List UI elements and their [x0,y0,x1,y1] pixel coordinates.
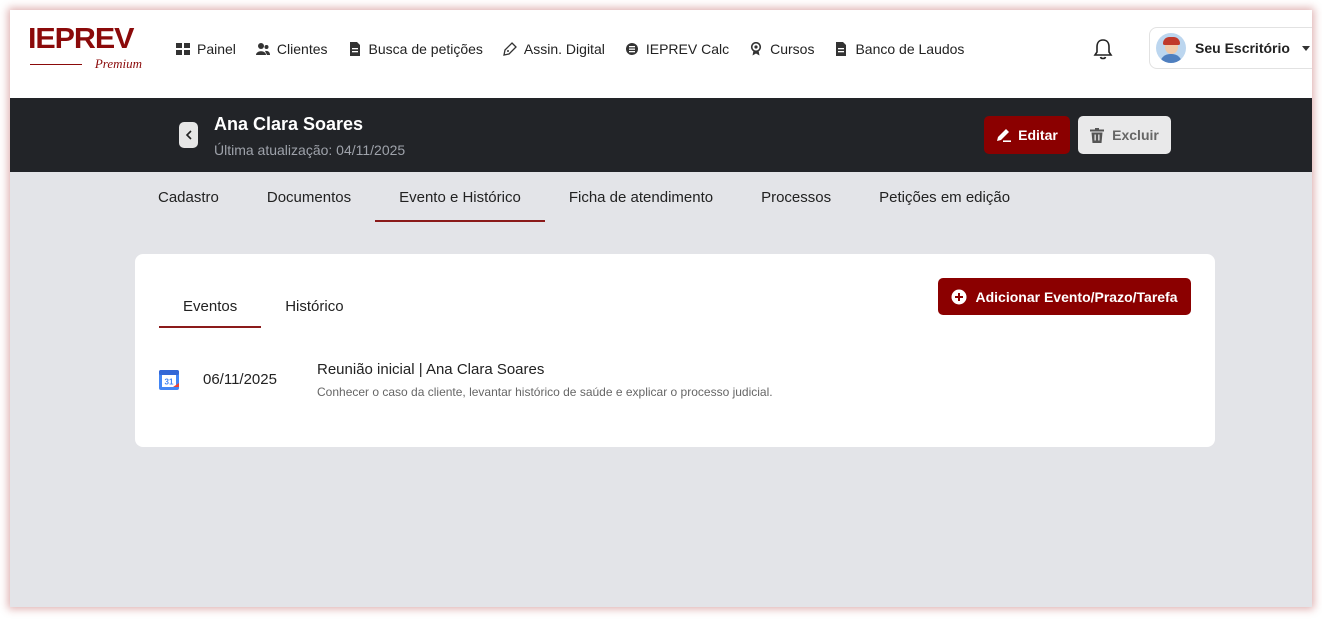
calendar-icon: 31 [159,370,179,390]
avatar [1156,33,1186,63]
nav-item-label: Busca de petições [368,41,483,57]
main-menu: Painel Clientes Busca de petições Assin.… [176,39,984,59]
back-button[interactable] [179,122,198,148]
nav-item-label: Painel [197,41,236,57]
client-header: Ana Clara Soares Última atualização: 04/… [10,98,1312,172]
events-card: Eventos Histórico Adicionar Evento/Prazo… [135,254,1215,447]
tab-ficha-atendimento[interactable]: Ficha de atendimento [545,172,737,222]
events-subtabs: Eventos Histórico [159,284,368,328]
nav-item-ieprev-calc[interactable]: IEPREV Calc [625,39,729,59]
logo-tier: Premium [94,56,142,71]
event-date: 06/11/2025 [203,371,277,388]
edit-button-label: Editar [1018,127,1058,143]
users-icon [255,43,270,55]
nav-item-painel[interactable]: Painel [176,39,236,59]
profile-name: Seu Escritório [1195,40,1290,56]
bell-icon[interactable] [1092,37,1114,61]
top-navbar: IEPREV Premium Painel Clientes Busca de … [10,10,1312,98]
logo-text: IEPREV [28,23,134,55]
profile-menu[interactable]: Seu Escritório [1149,27,1312,69]
trash-icon [1090,127,1105,143]
nav-item-label: Clientes [276,41,328,57]
delete-button-label: Excluir [1112,127,1159,143]
delete-button[interactable]: Excluir [1078,116,1171,154]
nav-item-clientes[interactable]: Clientes [255,39,328,59]
tab-documentos[interactable]: Documentos [243,172,375,222]
grid-icon [176,43,190,55]
subtab-historico[interactable]: Histórico [261,284,367,328]
add-event-button-label: Adicionar Evento/Prazo/Tarefa [975,288,1178,305]
client-name: Ana Clara Soares [214,114,364,134]
event-item[interactable]: 31 06/11/2025 Reunião inicial | Ana Clar… [159,358,1189,408]
tab-peticoes-edicao[interactable]: Petições em edição [855,172,1034,222]
tab-cadastro[interactable]: Cadastro [134,172,243,222]
logo-subtitle: Premium [28,56,146,72]
chevron-left-icon [185,130,192,140]
plus-circle-icon [951,289,967,304]
nav-item-assinatura-digital[interactable]: Assin. Digital [503,39,605,59]
coin-icon [625,43,638,55]
subtab-eventos[interactable]: Eventos [159,284,262,328]
nav-item-label: Assin. Digital [523,41,605,57]
pen-icon [503,42,517,56]
tab-evento-historico[interactable]: Evento e Histórico [375,172,545,222]
logo-rule [30,64,82,65]
pencil-icon [997,129,1012,142]
document-icon [836,42,847,56]
nav-item-banco-laudos[interactable]: Banco de Laudos [834,39,964,59]
nav-item-busca-peticoes[interactable]: Busca de petições [348,39,483,59]
brand-logo[interactable]: IEPREV Premium [28,24,146,74]
nav-item-label: Cursos [770,41,815,57]
last-updated: Última atualização: 04/11/2025 [214,142,406,158]
nav-item-cursos[interactable]: Cursos [749,39,814,59]
document-icon [349,42,360,56]
app-window: IEPREV Premium Painel Clientes Busca de … [10,10,1312,607]
add-event-button[interactable]: Adicionar Evento/Prazo/Tarefa [938,278,1191,315]
calendar-day: 31 [165,378,174,387]
nav-item-label: Banco de Laudos [855,41,965,57]
tab-processos[interactable]: Processos [737,172,855,222]
chevron-down-icon [1301,45,1310,51]
nav-item-label: IEPREV Calc [645,41,730,57]
event-title: Reunião inicial | Ana Clara Soares [317,361,545,378]
client-tabs: Cadastro Documentos Evento e Histórico F… [134,172,1034,232]
award-icon [750,42,762,56]
edit-button[interactable]: Editar [984,116,1070,154]
event-description: Conhecer o caso da cliente, levantar his… [317,385,773,399]
